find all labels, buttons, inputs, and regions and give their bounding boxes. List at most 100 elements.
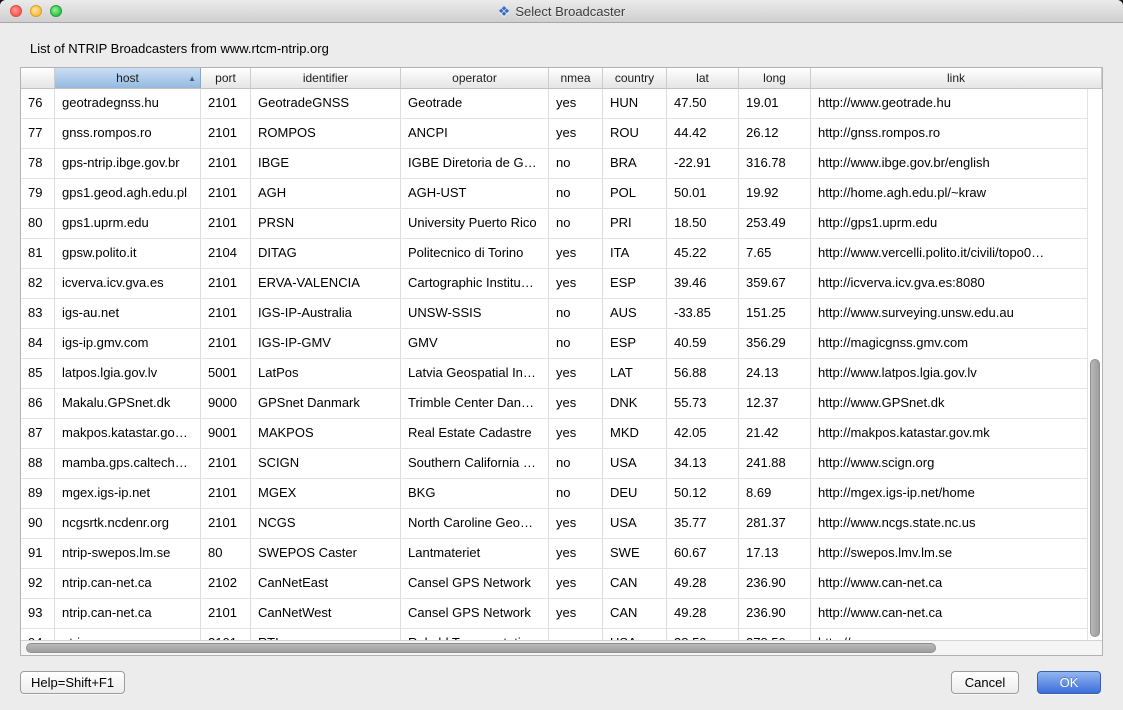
title-group: ❖ Select Broadcaster xyxy=(0,0,1123,22)
cell-port: 2101 xyxy=(201,149,251,178)
cell-country: USA xyxy=(603,449,667,478)
ok-button[interactable]: OK xyxy=(1037,671,1101,694)
column-header-lat[interactable]: lat xyxy=(667,68,739,88)
cell-lat: -22.91 xyxy=(667,149,739,178)
table-body: 76geotradegnss.hu2101GeotradeGNSSGeotrad… xyxy=(21,89,1102,641)
cell-link: http://www.ncgs.state.nc.us xyxy=(811,509,1102,538)
cell-identifier: GeotradeGNSS xyxy=(251,89,401,118)
cell-identifier: LatPos xyxy=(251,359,401,388)
cell-port: 80 xyxy=(201,539,251,568)
vertical-scrollbar-thumb[interactable] xyxy=(1090,359,1100,637)
column-header-label: long xyxy=(763,71,786,85)
column-header-link[interactable]: link xyxy=(811,68,1102,88)
cell-row-number: 93 xyxy=(21,599,55,628)
cell-country: DNK xyxy=(603,389,667,418)
cell-long: 21.42 xyxy=(739,419,811,448)
cell-link: http://home.agh.edu.pl/~kraw xyxy=(811,179,1102,208)
table-row[interactable]: 84igs-ip.gmv.com2101IGS-IP-GMVGMVnoESP40… xyxy=(21,329,1102,359)
cell-row-number: 77 xyxy=(21,119,55,148)
column-header-row-number[interactable] xyxy=(21,68,55,88)
cell-operator: Lantmateriet xyxy=(401,539,549,568)
table-row[interactable]: 78gps-ntrip.ibge.gov.br2101IBGEIGBE Dire… xyxy=(21,149,1102,179)
cell-operator: BKG xyxy=(401,479,549,508)
titlebar: ❖ Select Broadcaster xyxy=(0,0,1123,23)
table-row[interactable]: 81gpsw.polito.it2104DITAGPolitecnico di … xyxy=(21,239,1102,269)
table-row[interactable]: 82icverva.icv.gva.es2101ERVA-VALENCIACar… xyxy=(21,269,1102,299)
table-row[interactable]: 88mamba.gps.caltech…2101SCIGNSouthern Ca… xyxy=(21,449,1102,479)
cell-host: mamba.gps.caltech… xyxy=(55,449,201,478)
cell-lat: -33.85 xyxy=(667,299,739,328)
cell-lat: 55.73 xyxy=(667,389,739,418)
cell-row-number: 89 xyxy=(21,479,55,508)
cell-lat: 50.12 xyxy=(667,479,739,508)
cell-lat: 34.13 xyxy=(667,449,739,478)
cell-port: 2101 xyxy=(201,509,251,538)
column-header-host[interactable]: host▲ xyxy=(55,68,201,88)
cell-link: http://gps1.uprm.edu xyxy=(811,209,1102,238)
cell-identifier: IBGE xyxy=(251,149,401,178)
cell-row-number: 91 xyxy=(21,539,55,568)
cell-port: 9001 xyxy=(201,419,251,448)
cell-identifier: SCIGN xyxy=(251,449,401,478)
table-row[interactable]: 87makpos.katastar.go…9001MAKPOSReal Esta… xyxy=(21,419,1102,449)
table-row[interactable]: 80gps1.uprm.edu2101PRSNUniversity Puerto… xyxy=(21,209,1102,239)
cell-row-number: 86 xyxy=(21,389,55,418)
cell-nmea: no xyxy=(549,209,603,238)
cell-nmea: no xyxy=(549,449,603,478)
column-header-port[interactable]: port xyxy=(201,68,251,88)
cell-row-number: 84 xyxy=(21,329,55,358)
minimize-button[interactable] xyxy=(30,5,42,17)
column-header-identifier[interactable]: identifier xyxy=(251,68,401,88)
table-row[interactable]: 86Makalu.GPSnet.dk9000GPSnet DanmarkTrim… xyxy=(21,389,1102,419)
cell-nmea: yes xyxy=(549,419,603,448)
cell-nmea: no xyxy=(549,299,603,328)
cell-row-number: 76 xyxy=(21,89,55,118)
cell-host: icverva.icv.gva.es xyxy=(55,269,201,298)
cell-operator: IGBE Diretoria de G… xyxy=(401,149,549,178)
table-row[interactable]: 85latpos.lgia.gov.lv5001LatPosLatvia Geo… xyxy=(21,359,1102,389)
cell-link: http://www.ibge.gov.br/english xyxy=(811,149,1102,178)
cell-lat: 50.01 xyxy=(667,179,739,208)
table-row[interactable]: 89mgex.igs-ip.net2101MGEXBKGnoDEU50.128.… xyxy=(21,479,1102,509)
column-header-label: link xyxy=(947,71,965,85)
zoom-button[interactable] xyxy=(50,5,62,17)
table-row[interactable]: 93ntrip.can-net.ca2101CanNetWestCansel G… xyxy=(21,599,1102,629)
cell-operator: Real Estate Cadastre xyxy=(401,419,549,448)
cell-country: CAN xyxy=(603,569,667,598)
cell-operator: UNSW-SSIS xyxy=(401,299,549,328)
cell-nmea: no xyxy=(549,179,603,208)
cell-lat: 35.77 xyxy=(667,509,739,538)
column-header-operator[interactable]: operator xyxy=(401,68,549,88)
table-row[interactable]: 83igs-au.net2101IGS-IP-AustraliaUNSW-SSI… xyxy=(21,299,1102,329)
cell-link: http://makpos.katastar.gov.mk xyxy=(811,419,1102,448)
cell-link: http://www.geotrade.hu xyxy=(811,89,1102,118)
table-row[interactable]: 90ncgsrtk.ncdenr.org2101NCGSNorth Caroli… xyxy=(21,509,1102,539)
table-row[interactable]: 76geotradegnss.hu2101GeotradeGNSSGeotrad… xyxy=(21,89,1102,119)
cell-operator: Geotrade xyxy=(401,89,549,118)
table-row[interactable]: 91ntrip-swepos.lm.se80SWEPOS CasterLantm… xyxy=(21,539,1102,569)
cell-long: 356.29 xyxy=(739,329,811,358)
table-row[interactable]: 77gnss.rompos.ro2101ROMPOSANCPIyesROU44.… xyxy=(21,119,1102,149)
cell-link: http://www.GPSnet.dk xyxy=(811,389,1102,418)
horizontal-scrollbar[interactable] xyxy=(21,640,1102,655)
column-header-long[interactable]: long xyxy=(739,68,811,88)
table-row[interactable]: 92ntrip.can-net.ca2102CanNetEastCansel G… xyxy=(21,569,1102,599)
cell-port: 2102 xyxy=(201,569,251,598)
horizontal-scrollbar-thumb[interactable] xyxy=(26,643,936,653)
cancel-button[interactable]: Cancel xyxy=(951,671,1019,694)
cell-host: gps1.uprm.edu xyxy=(55,209,201,238)
column-header-nmea[interactable]: nmea xyxy=(549,68,603,88)
cell-country: AUS xyxy=(603,299,667,328)
cell-identifier: CanNetWest xyxy=(251,599,401,628)
cell-row-number: 85 xyxy=(21,359,55,388)
cell-country: POL xyxy=(603,179,667,208)
cell-link: http://www.surveying.unsw.edu.au xyxy=(811,299,1102,328)
close-button[interactable] xyxy=(10,5,22,17)
cell-operator: Cartographic Institu… xyxy=(401,269,549,298)
table-row[interactable]: 79gps1.geod.agh.edu.pl2101AGHAGH-USTnoPO… xyxy=(21,179,1102,209)
cell-host: gnss.rompos.ro xyxy=(55,119,201,148)
cell-host: Makalu.GPSnet.dk xyxy=(55,389,201,418)
column-header-country[interactable]: country xyxy=(603,68,667,88)
vertical-scrollbar[interactable] xyxy=(1087,89,1102,641)
help-button[interactable]: Help=Shift+F1 xyxy=(20,671,125,694)
